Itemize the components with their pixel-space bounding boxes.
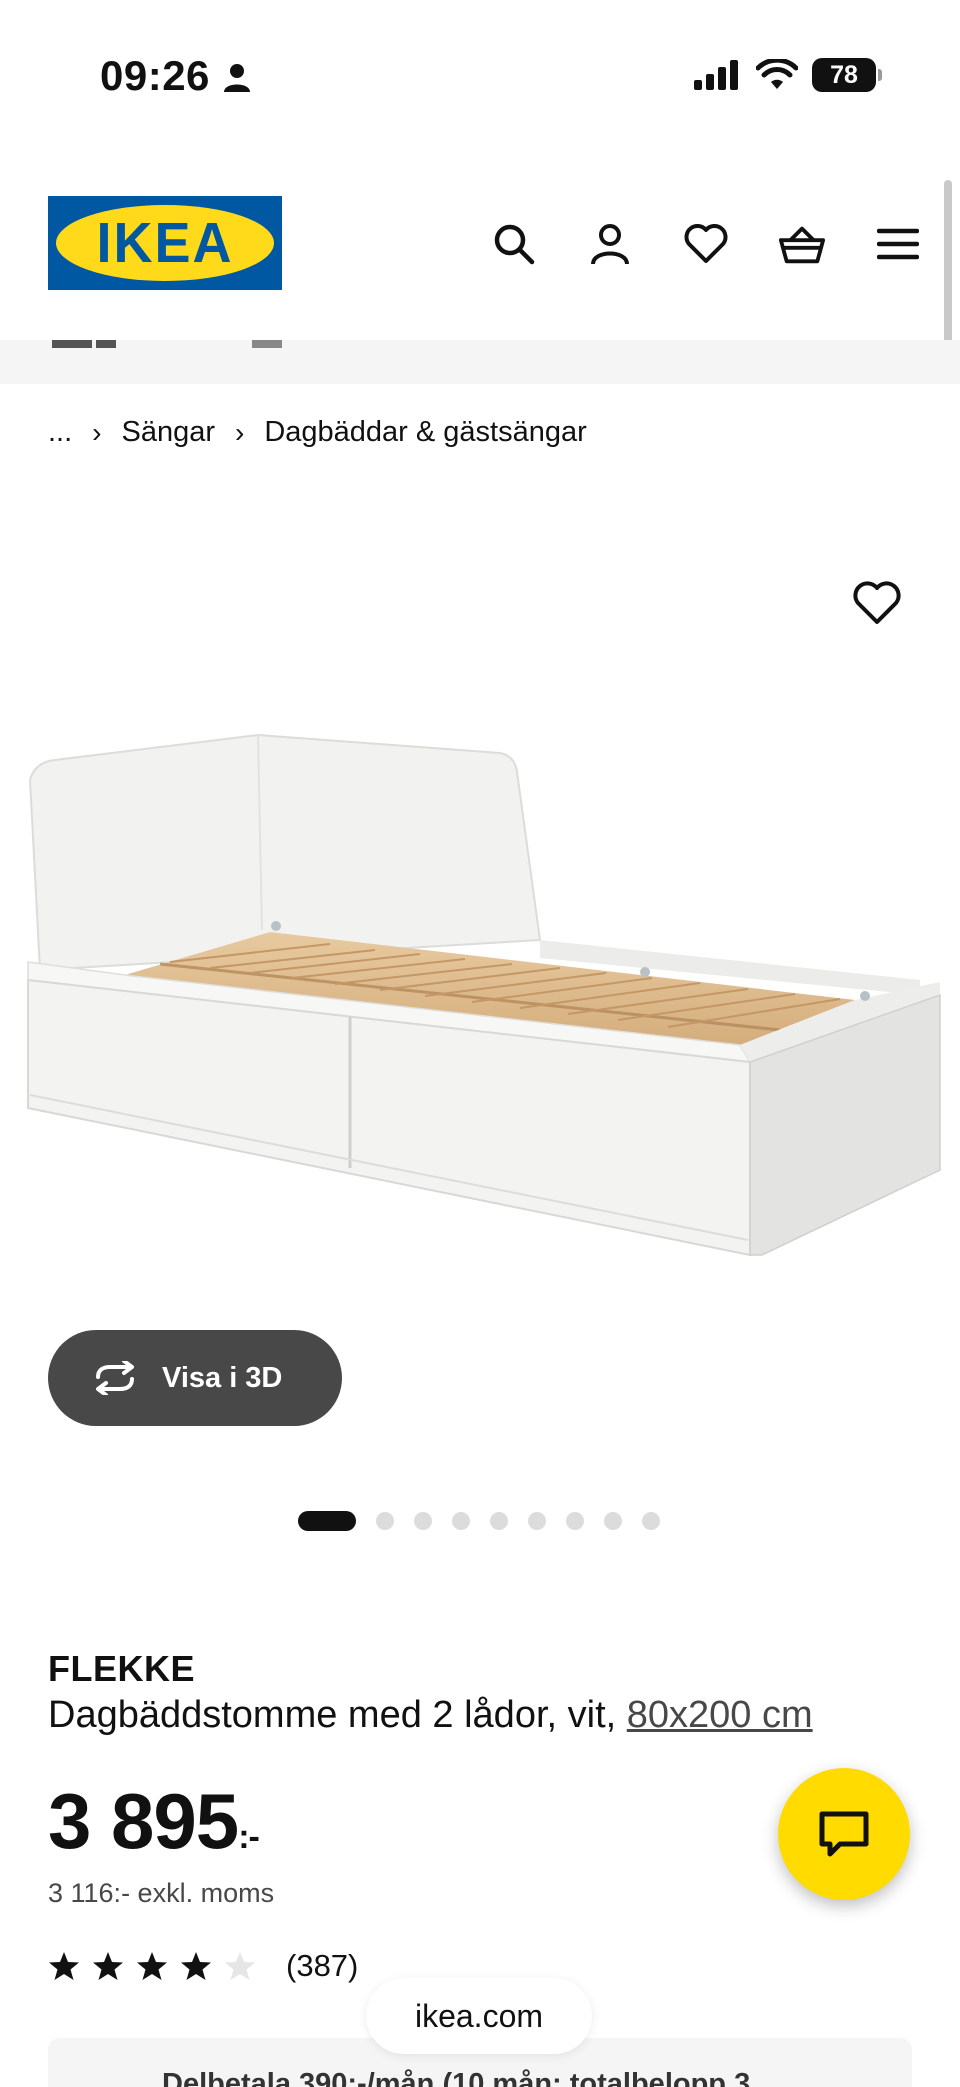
add-to-favorites-button[interactable] (852, 580, 902, 630)
view-in-3d-label: Visa i 3D (162, 1361, 283, 1394)
installment-text: Delbetala 390:-/mån (10 mån; totalbelopp… (162, 2068, 751, 2087)
heart-icon (853, 581, 901, 624)
star-filled-icon (137, 1952, 167, 1980)
price-suffix: :- (238, 1818, 260, 1856)
product-description: Dagbäddstomme med 2 lådor, vit, 80x200 c… (48, 1694, 813, 1737)
chevron-right-icon: › (235, 416, 245, 448)
status-bar: 09:26 78 (0, 0, 960, 150)
status-icons: 78 (694, 58, 882, 92)
carousel-dot[interactable] (490, 1512, 508, 1530)
ikea-logo[interactable]: IKEA ® (48, 196, 282, 290)
chat-button[interactable] (778, 1768, 910, 1900)
star-empty-icon (225, 1952, 255, 1980)
logo-text: IKEA (96, 211, 234, 275)
header-actions (490, 220, 922, 268)
breadcrumb-item-daybeds[interactable]: Dagbäddar & gästsängar (264, 416, 586, 449)
menu-icon[interactable] (874, 220, 922, 268)
image-carousel-dots (298, 1511, 660, 1531)
rotate-arrows-icon (96, 1361, 134, 1395)
star-filled-icon (49, 1952, 79, 1980)
wifi-icon (756, 59, 798, 89)
breadcrumb: ... › Sängar › Dagbäddar & gästsängar (48, 416, 587, 449)
signal-icon (694, 60, 738, 90)
view-in-3d-button[interactable]: Visa i 3D (48, 1330, 342, 1426)
carousel-dot[interactable] (528, 1512, 546, 1530)
browser-url-bar[interactable]: ikea.com (366, 1978, 592, 2054)
page-scrollbar[interactable] (944, 180, 952, 355)
product-name: FLEKKE (48, 1648, 195, 1689)
chevron-right-icon: › (92, 416, 102, 448)
carousel-dot[interactable] (376, 1512, 394, 1530)
breadcrumb-item-beds[interactable]: Sängar (122, 416, 216, 449)
status-time: 09:26 (100, 52, 210, 99)
product-size-link[interactable]: 80x200 cm (627, 1694, 813, 1736)
star-filled-icon (93, 1952, 123, 1980)
truck-icon (52, 340, 282, 348)
heart-icon[interactable] (682, 220, 730, 268)
logo-ellipse: IKEA ® (56, 205, 274, 281)
star-filled-icon (181, 1952, 211, 1980)
product-rating[interactable]: (387) (48, 1948, 358, 1984)
review-count[interactable]: (387) (286, 1948, 358, 1984)
product-price: 3 895:- (48, 1776, 260, 1867)
carousel-dot[interactable] (566, 1512, 584, 1530)
user-icon[interactable] (586, 220, 634, 268)
basket-icon[interactable] (778, 220, 826, 268)
product-description-text: Dagbäddstomme med 2 lådor, vit, (48, 1694, 627, 1736)
carousel-dot[interactable] (604, 1512, 622, 1530)
breadcrumb-ellipsis[interactable]: ... (48, 416, 72, 449)
product-image[interactable] (0, 700, 960, 1320)
carousel-dot[interactable] (298, 1511, 356, 1531)
battery-icon: 78 (812, 58, 882, 92)
chat-bubble-icon (819, 1811, 869, 1857)
logo-registered-mark: ® (258, 213, 266, 224)
carousel-dot[interactable] (642, 1512, 660, 1530)
search-icon[interactable] (490, 220, 538, 268)
price-value: 3 895 (48, 1777, 239, 1865)
promo-strip (0, 340, 960, 384)
site-header: IKEA ® (0, 150, 960, 340)
person-icon (224, 64, 250, 92)
carousel-dot[interactable] (414, 1512, 432, 1530)
price-excl-vat: 3 116:- exkl. moms (48, 1878, 275, 1908)
carousel-dot[interactable] (452, 1512, 470, 1530)
